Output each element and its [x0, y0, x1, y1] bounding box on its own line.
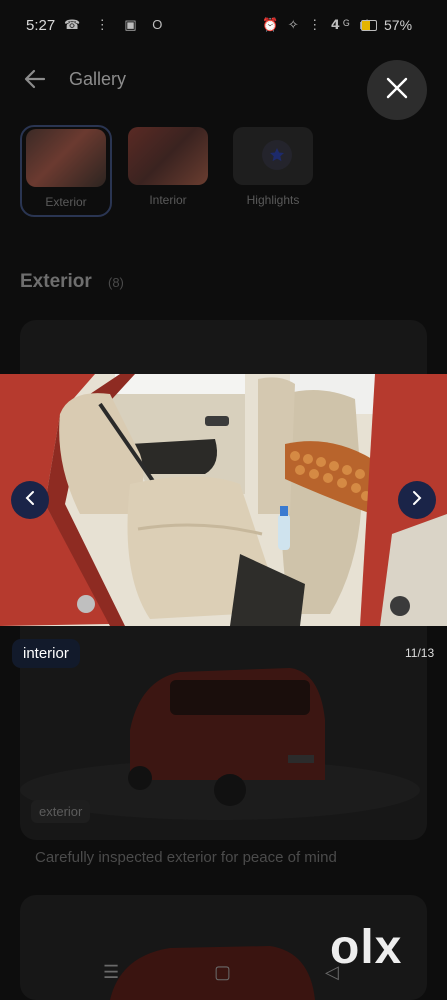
- tab-highlights-thumbnail: [233, 127, 313, 185]
- tab-exterior-thumbnail: [26, 129, 106, 187]
- exterior-tag: exterior: [31, 800, 91, 823]
- battery-percentage: 57%: [384, 17, 413, 33]
- chevron-left-icon: [23, 490, 37, 511]
- close-icon: [386, 77, 408, 104]
- next-card-image: [110, 946, 315, 1000]
- section-title: Exterior: [20, 271, 92, 292]
- olx-logo: olx: [330, 921, 403, 974]
- gallery-photo: [0, 374, 447, 626]
- notification-icons: ☎ ⋮ ▣ O: [64, 17, 169, 32]
- status-time: 5:27: [26, 17, 56, 34]
- card-caption: Carefully inspected exterior for peace o…: [35, 849, 337, 866]
- tab-exterior[interactable]: Exterior: [20, 125, 112, 217]
- recent-apps-icon[interactable]: ☰: [103, 962, 119, 983]
- tab-interior[interactable]: Interior: [124, 125, 212, 213]
- page-title: Gallery: [69, 69, 127, 89]
- star-icon: [262, 140, 292, 170]
- next-photo-button[interactable]: [398, 481, 436, 519]
- tab-interior-thumbnail: [128, 127, 208, 185]
- car-interior-photo: [0, 374, 447, 626]
- photo-category-tag: interior: [12, 639, 80, 668]
- photo-counter: 11/13: [405, 646, 435, 660]
- tab-exterior-label: Exterior: [45, 195, 87, 209]
- tab-interior-label: Interior: [149, 193, 187, 207]
- battery-icon: [361, 20, 377, 31]
- tab-highlights-label: Highlights: [246, 193, 300, 207]
- status-bar: 5:27 ☎ ⋮ ▣ O ⏰ ✧ ⋮ 𝟰ᴳ ıl 57%: [0, 0, 447, 50]
- home-icon[interactable]: ▢: [214, 962, 231, 983]
- signal-icons: ⏰ ✧ ⋮ 𝟰ᴳ ıl: [262, 17, 372, 32]
- section-count: (8): [108, 275, 124, 290]
- previous-photo-button[interactable]: [11, 481, 49, 519]
- arrow-left-icon[interactable]: [22, 66, 48, 92]
- tab-highlights[interactable]: Highlights: [229, 125, 317, 213]
- close-button[interactable]: [367, 60, 427, 120]
- chevron-right-icon: [410, 490, 424, 511]
